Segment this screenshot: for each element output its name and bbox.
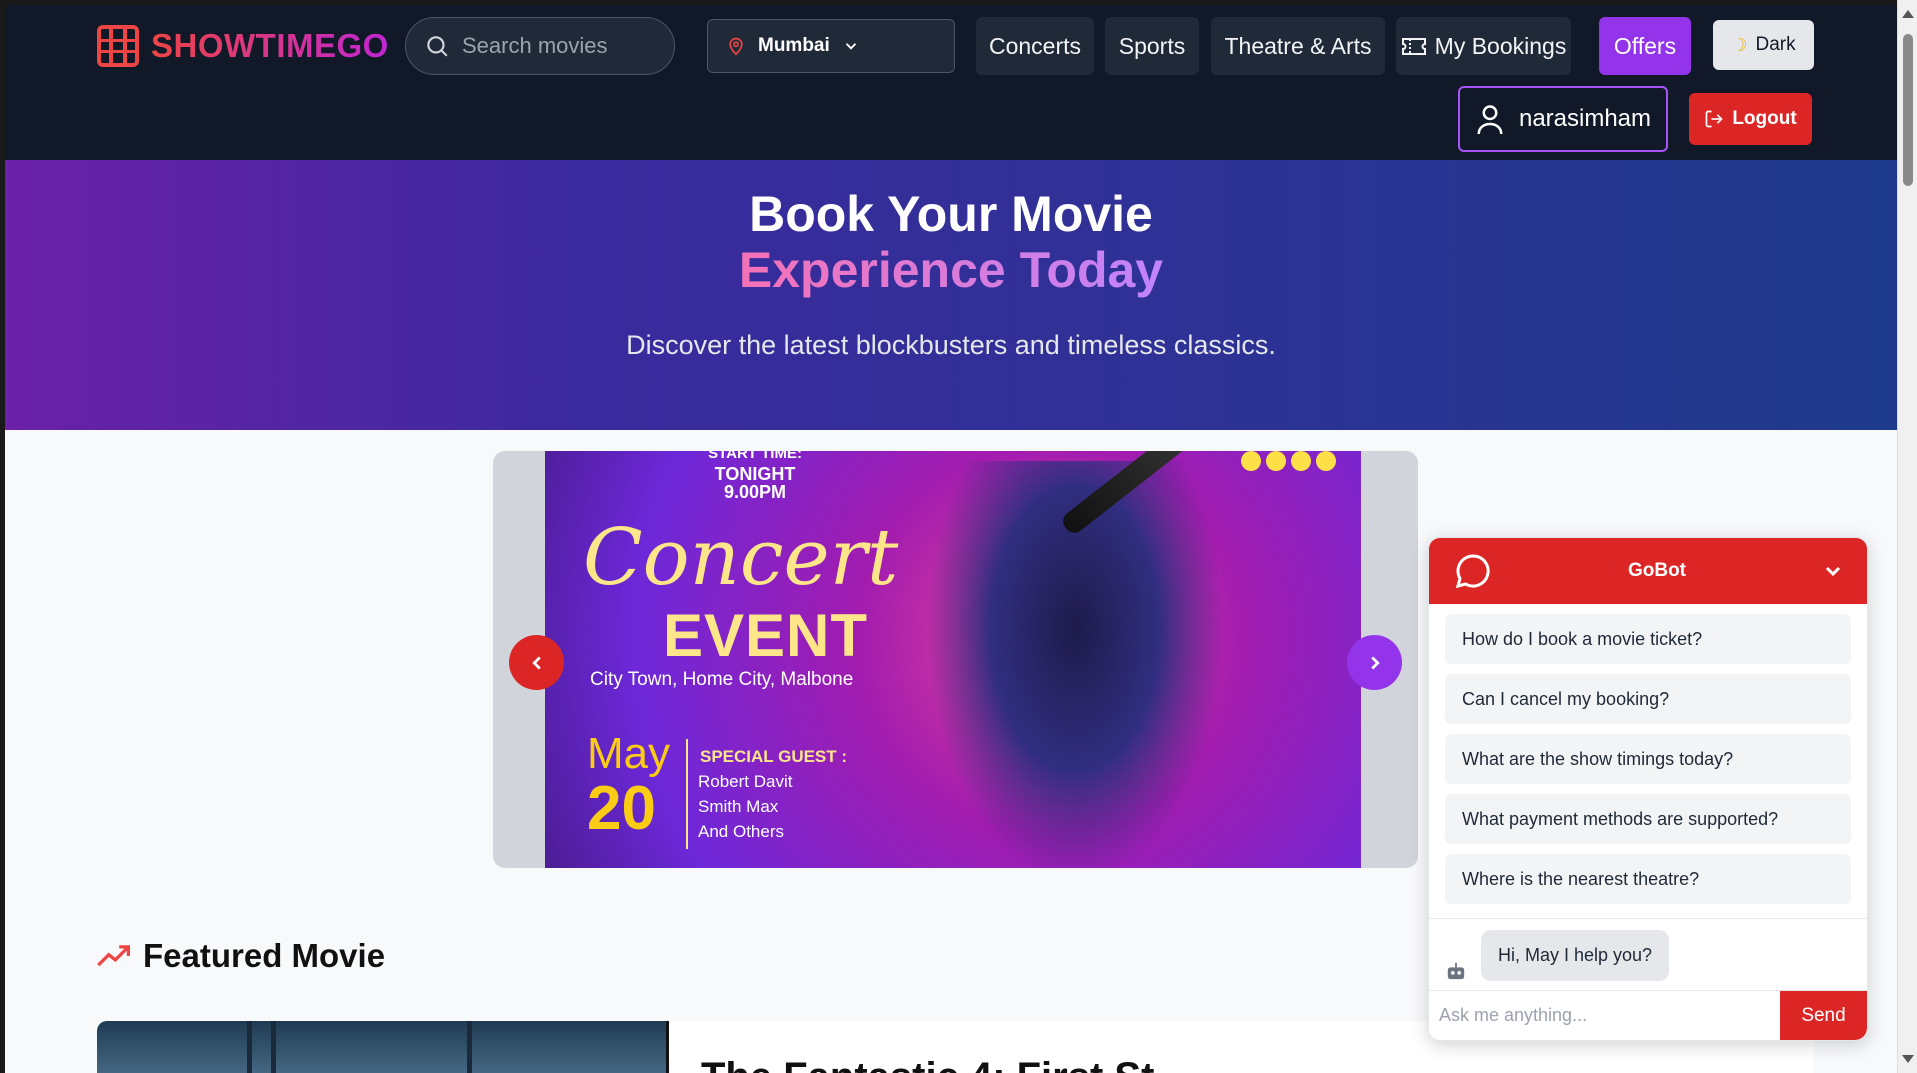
chevron-left-icon	[531, 656, 541, 669]
brand-logo[interactable]: SHOWTIMEGO	[97, 25, 389, 67]
location-city: Mumbai	[758, 35, 830, 56]
faq-item[interactable]: What are the show timings today?	[1445, 734, 1851, 784]
chat-divider	[1429, 918, 1867, 919]
featured-heading: Featured Movie	[97, 937, 385, 975]
nav-offers[interactable]: Offers	[1599, 17, 1691, 75]
chatbot-widget: GoBot How do I book a movie ticket? Can …	[1428, 537, 1868, 1041]
poster-tonight: TONIGHT 9.00PM	[700, 465, 810, 501]
featured-heading-text: Featured Movie	[143, 937, 386, 974]
concert-poster[interactable]: START TIME: TONIGHT 9.00PM Concert EVENT…	[545, 451, 1361, 868]
poster-guest-2: Smith Max	[698, 797, 779, 816]
chat-input-row: Send	[1429, 990, 1867, 1040]
scrollbar-thumb[interactable]	[1903, 34, 1913, 186]
moon-icon: ☽	[1731, 34, 1748, 55]
poster-month: May	[587, 729, 671, 778]
bot-greeting: Hi, May I help you?	[1481, 930, 1670, 981]
poster-venue: City Town, Home City, Malbone	[590, 669, 854, 690]
poster-social-icons	[1241, 451, 1336, 471]
nav-theatre-arts[interactable]: Theatre & Arts	[1211, 17, 1385, 75]
dark-mode-label: Dark	[1755, 34, 1796, 55]
nav-concerts[interactable]: Concerts	[976, 17, 1094, 75]
poster-tonight-label: TONIGHT	[714, 464, 796, 484]
facebook-icon	[1241, 451, 1261, 471]
location-selector[interactable]: Mumbai	[707, 19, 955, 73]
dark-mode-toggle[interactable]: ☽ Dark	[1713, 20, 1814, 70]
faq-item[interactable]: What payment methods are supported?	[1445, 794, 1851, 844]
chatbot-header[interactable]: GoBot	[1429, 538, 1867, 604]
nav-sports[interactable]: Sports	[1105, 17, 1199, 75]
instagram-icon	[1316, 451, 1336, 471]
faq-item[interactable]: Where is the nearest theatre?	[1445, 854, 1851, 904]
poster-guest-3: And Others	[698, 822, 784, 841]
logout-button[interactable]: Logout	[1689, 93, 1812, 145]
nav-my-bookings[interactable]: My Bookings	[1396, 17, 1571, 75]
chevron-down-icon[interactable]	[1821, 559, 1845, 583]
brand-name: SHOWTIMEGO	[151, 27, 389, 64]
logout-icon	[1705, 110, 1723, 128]
user-icon	[1477, 105, 1503, 135]
poster-day: 20	[587, 774, 656, 843]
faq-item[interactable]: Can I cancel my booking?	[1445, 674, 1851, 724]
poster-start-time: START TIME:	[708, 451, 802, 462]
carousel-next-button[interactable]	[1347, 635, 1402, 690]
scroll-down-arrow[interactable]	[1902, 1055, 1914, 1063]
robot-icon	[1447, 962, 1465, 980]
chat-input[interactable]	[1429, 991, 1780, 1040]
poster-guest-label: SPECIAL GUEST :	[700, 747, 848, 766]
chat-bubble-icon	[1455, 554, 1490, 589]
twitter-icon	[1266, 451, 1286, 471]
top-navbar: SHOWTIMEGO Mumbai Concerts Sports Theatr…	[5, 5, 1897, 160]
chevron-right-icon	[1370, 656, 1380, 669]
poster-guest-names: Robert Davit Smith Max And Others	[698, 769, 792, 844]
trending-up-icon	[97, 945, 131, 967]
user-profile-button[interactable]: narasimham	[1458, 86, 1668, 152]
hero-subtitle: Discover the latest blockbusters and tim…	[626, 330, 1276, 360]
map-pin-icon	[729, 37, 743, 56]
carousel-prev-button[interactable]	[509, 635, 564, 690]
send-button[interactable]: Send	[1780, 991, 1867, 1040]
hero-banner: Book Your Movie Experience Today Discove…	[5, 160, 1897, 430]
nav-my-bookings-label: My Bookings	[1434, 32, 1567, 59]
logout-label: Logout	[1732, 108, 1797, 129]
featured-movie-poster	[97, 1021, 669, 1073]
scroll-up-arrow[interactable]	[1902, 10, 1914, 18]
poster-time: 9.00PM	[723, 482, 787, 502]
chatbot-title: GoBot	[1627, 560, 1687, 581]
page-scrollbar[interactable]	[1897, 0, 1917, 1073]
poster-event-text: EVENT	[663, 602, 869, 669]
youtube-icon	[1291, 451, 1311, 471]
username: narasimham	[1518, 105, 1652, 132]
ticket-icon	[1401, 38, 1426, 55]
search-input[interactable]	[462, 33, 612, 59]
search-box[interactable]	[405, 17, 675, 75]
film-icon	[97, 25, 139, 67]
poster-divider	[686, 739, 688, 849]
poster-guest-1: Robert Davit	[698, 772, 793, 791]
featured-movie-title: The Fantastic 4: First St	[701, 1055, 1154, 1073]
browser-viewport: SHOWTIMEGO Mumbai Concerts Sports Theatr…	[0, 0, 1897, 1073]
search-icon	[427, 36, 448, 57]
event-carousel: START TIME: TONIGHT 9.00PM Concert EVENT…	[493, 451, 1418, 868]
faq-item[interactable]: How do I book a movie ticket?	[1445, 614, 1851, 664]
hero-title-line2: Experience Today	[738, 242, 1164, 298]
bot-message: Hi, May I help you?	[1445, 930, 1670, 981]
poster-concert-text: Concert	[583, 513, 899, 603]
chevron-down-icon	[845, 43, 856, 50]
hero-title-line1: Book Your Movie	[749, 186, 1153, 242]
